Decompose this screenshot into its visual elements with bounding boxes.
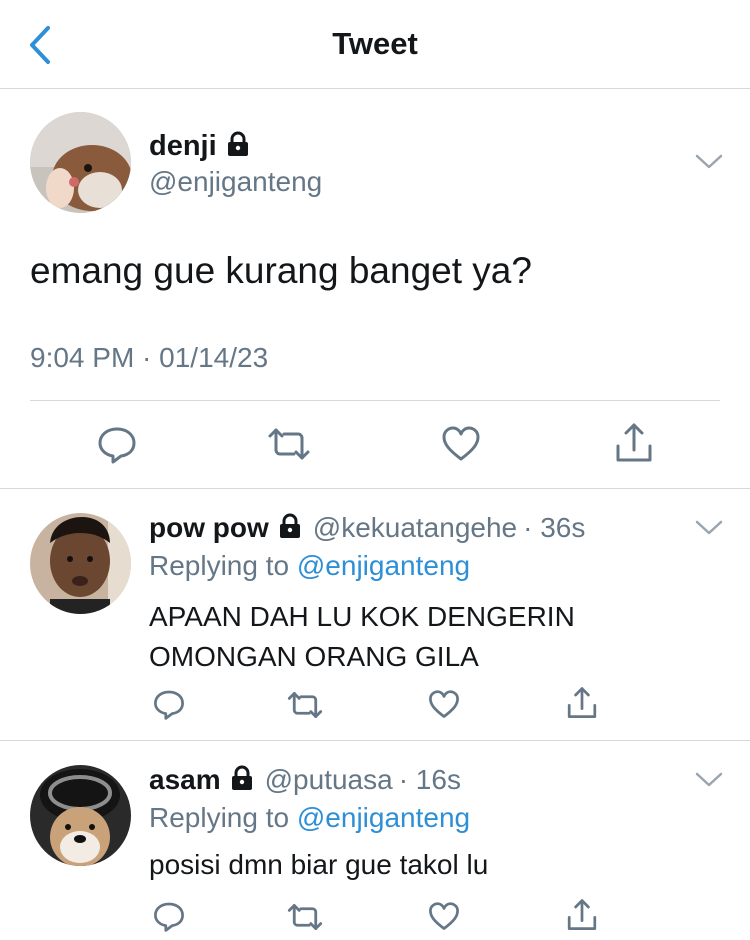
author-handle: @putuasa xyxy=(264,764,393,795)
divider xyxy=(0,488,750,489)
tweet-timestamp: 9:04 PM · 01/14/23 xyxy=(30,342,269,373)
tweet-author[interactable]: denji xyxy=(149,128,251,164)
top-bar: Tweet xyxy=(0,0,750,89)
reply-time: · 16s xyxy=(398,764,461,795)
reply-time: · 36s xyxy=(523,512,586,543)
lock-icon xyxy=(225,131,251,162)
replying-to-link[interactable]: @enjiganteng xyxy=(297,802,470,833)
replying-to-link[interactable]: @enjiganteng xyxy=(297,550,470,581)
share-button[interactable] xyxy=(566,686,598,720)
retweet-button[interactable] xyxy=(286,690,324,720)
avatar[interactable] xyxy=(30,765,131,866)
reply-button[interactable] xyxy=(152,900,186,932)
like-button[interactable] xyxy=(441,425,481,463)
reply-button[interactable] xyxy=(152,688,186,720)
page-title: Tweet xyxy=(332,26,418,61)
reply-icon xyxy=(154,902,184,932)
tweet-text: emang gue kurang banget ya? xyxy=(30,250,532,291)
more-options-button[interactable] xyxy=(692,768,726,792)
chevron-down-icon xyxy=(695,772,723,787)
author-name: pow pow xyxy=(149,512,269,543)
lock-icon xyxy=(277,513,303,544)
share-icon xyxy=(567,899,597,930)
chevron-down-icon xyxy=(695,520,723,535)
reply-text: posisi dmn biar gue takol lu xyxy=(149,849,489,880)
like-button[interactable] xyxy=(428,689,460,720)
retweet-button[interactable] xyxy=(266,426,312,462)
reply-icon xyxy=(98,427,136,464)
reply-button[interactable] xyxy=(96,424,138,464)
avatar[interactable] xyxy=(30,513,131,614)
retweet-icon xyxy=(287,692,323,718)
reply-text-line: OMONGAN ORANG GILA xyxy=(149,641,479,672)
replying-to: Replying to @enjiganteng xyxy=(149,550,470,582)
retweet-button[interactable] xyxy=(286,902,324,932)
reply-text-line: APAAN DAH LU KOK DENGERIN xyxy=(149,601,575,632)
author-handle: @kekuatangehe xyxy=(312,512,518,543)
divider xyxy=(30,400,720,401)
author-name: asam xyxy=(149,764,221,795)
replying-to: Replying to @enjiganteng xyxy=(149,802,470,834)
chevron-down-icon xyxy=(695,154,723,169)
replying-to-label: Replying to xyxy=(149,550,290,581)
more-options-button[interactable] xyxy=(692,150,726,174)
share-button[interactable] xyxy=(566,898,598,932)
share-icon xyxy=(567,687,597,718)
replying-to-label: Replying to xyxy=(149,802,290,833)
divider xyxy=(0,740,750,741)
author-handle[interactable]: @enjiganteng xyxy=(149,166,322,198)
retweet-icon xyxy=(287,904,323,930)
share-icon xyxy=(616,423,652,462)
heart-icon xyxy=(429,902,459,930)
reply-text: APAAN DAH LU KOK DENGERIN OMONGAN ORANG … xyxy=(149,597,575,677)
reply-author[interactable]: asam @putuasa · 16s xyxy=(149,762,461,798)
more-options-button[interactable] xyxy=(692,516,726,540)
avatar[interactable] xyxy=(30,112,131,213)
heart-icon xyxy=(429,690,459,718)
like-button[interactable] xyxy=(428,901,460,932)
lock-icon xyxy=(229,765,255,796)
author-name: denji xyxy=(149,129,217,162)
reply-author[interactable]: pow pow @kekuatangehe · 36s xyxy=(149,510,585,546)
heart-icon xyxy=(442,426,480,461)
share-button[interactable] xyxy=(614,422,654,464)
retweet-icon xyxy=(268,428,310,460)
reply-icon xyxy=(154,690,184,720)
